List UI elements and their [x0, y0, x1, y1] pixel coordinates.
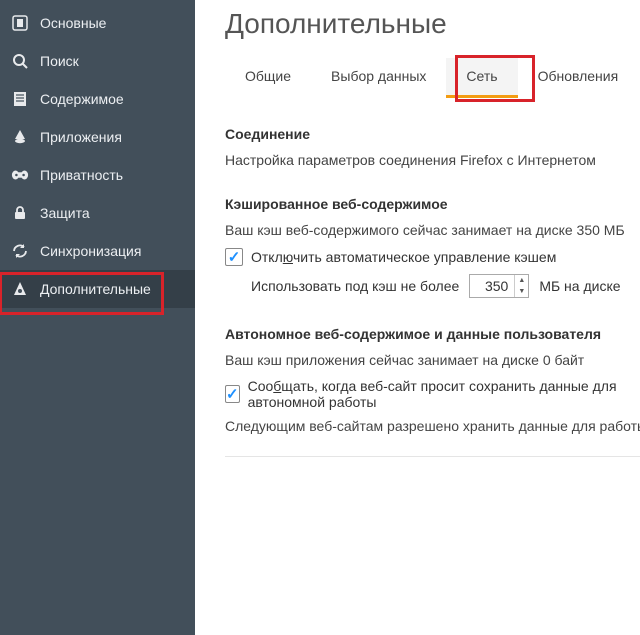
connection-title: Соединение [225, 126, 640, 142]
sidebar-item-sync[interactable]: Синхронизация [0, 232, 195, 270]
sidebar-item-content[interactable]: Содержимое [0, 80, 195, 118]
spin-down-icon[interactable]: ▼ [515, 286, 528, 297]
override-cache-row: ✓ Отключить автоматическое управление кэ… [225, 248, 640, 266]
sidebar-item-label: Защита [40, 205, 90, 221]
cache-limit-spinner[interactable]: ▲ ▼ [514, 275, 528, 297]
sidebar-item-privacy[interactable]: Приватность [0, 156, 195, 194]
page-title: Дополнительные [225, 8, 640, 40]
sidebar-item-label: Дополнительные [40, 281, 151, 297]
offline-usage: Ваш кэш приложения сейчас занимает на ди… [225, 352, 640, 368]
separator [225, 456, 640, 457]
cached-title: Кэшированное веб-содержимое [225, 196, 640, 212]
cache-limit-label: Использовать под кэш не более [251, 278, 459, 294]
main-icon [10, 13, 30, 33]
security-icon [10, 203, 30, 223]
tab-bar: ОбщиеВыбор данныхСетьОбновления [225, 58, 640, 98]
tab-datachoice[interactable]: Выбор данных [311, 58, 446, 98]
connection-desc: Настройка параметров соединения Firefox … [225, 152, 640, 168]
cached-usage: Ваш кэш веб-содержимого сейчас занимает … [225, 222, 640, 238]
section-connection: Соединение Настройка параметров соединен… [225, 126, 640, 168]
sync-icon [10, 241, 30, 261]
sidebar-item-label: Синхронизация [40, 243, 141, 259]
tab-network[interactable]: Сеть [446, 58, 517, 98]
tab-updates[interactable]: Обновления [518, 58, 639, 98]
cache-limit-row: Использовать под кэш не более ▲ ▼ МБ на … [251, 274, 640, 298]
sidebar-item-advanced[interactable]: Дополнительные [0, 270, 195, 308]
search-icon [10, 51, 30, 71]
tell-when-store-checkbox[interactable]: ✓ [225, 385, 240, 403]
sidebar-item-apps[interactable]: Приложения [0, 118, 195, 156]
sidebar-item-search[interactable]: Поиск [0, 42, 195, 80]
sidebar-item-main[interactable]: Основные [0, 4, 195, 42]
sidebar-item-label: Приложения [40, 129, 122, 145]
privacy-icon [10, 165, 30, 185]
tell-when-store-label: Сообщать, когда веб-сайт просит сохранит… [248, 378, 640, 410]
main-panel: Дополнительные ОбщиеВыбор данныхСетьОбно… [195, 0, 640, 635]
section-offline: Автономное веб-содержимое и данные польз… [225, 326, 640, 457]
cache-limit-unit: МБ на диске [539, 278, 620, 294]
tab-general[interactable]: Общие [225, 58, 311, 98]
offline-title: Автономное веб-содержимое и данные польз… [225, 326, 640, 342]
sidebar-item-label: Основные [40, 15, 106, 31]
apps-icon [10, 127, 30, 147]
override-cache-label: Отключить автоматическое управление кэше… [251, 249, 556, 265]
override-cache-checkbox[interactable]: ✓ [225, 248, 243, 266]
sidebar-item-label: Приватность [40, 167, 123, 183]
cache-limit-input[interactable] [470, 275, 514, 297]
content-icon [10, 89, 30, 109]
section-cached: Кэшированное веб-содержимое Ваш кэш веб-… [225, 196, 640, 298]
sidebar-item-label: Поиск [40, 53, 79, 69]
spin-up-icon[interactable]: ▲ [515, 275, 528, 286]
sidebar-item-label: Содержимое [40, 91, 124, 107]
offline-allowed-label: Следующим веб-сайтам разрешено хранить д… [225, 418, 640, 434]
cache-limit-spinbox[interactable]: ▲ ▼ [469, 274, 529, 298]
advanced-icon [10, 279, 30, 299]
sidebar: Основные Поиск Содержимое Приложения Приватн… [0, 0, 195, 635]
sidebar-item-security[interactable]: Защита [0, 194, 195, 232]
tell-when-store-row: ✓ Сообщать, когда веб-сайт просит сохран… [225, 378, 640, 410]
